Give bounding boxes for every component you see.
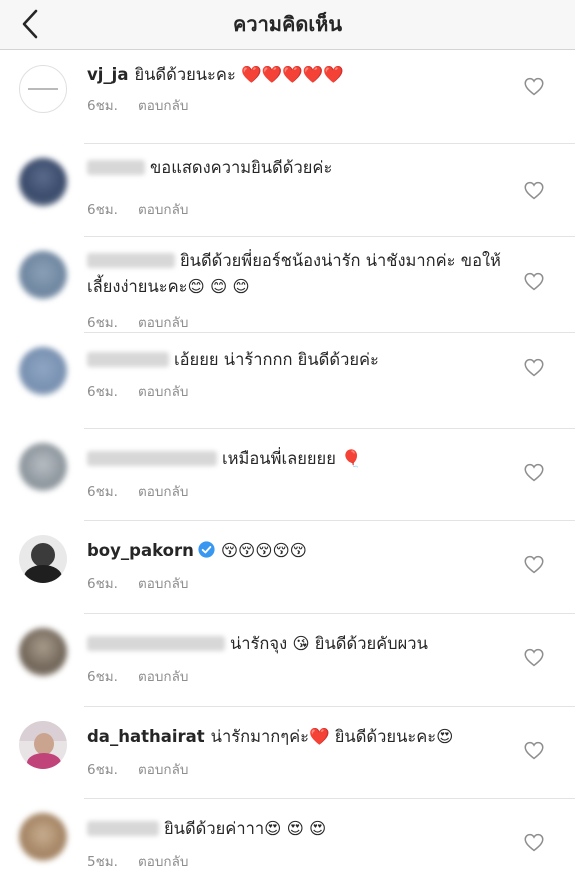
avatar[interactable] (19, 813, 67, 861)
reply-button[interactable]: ตอบกลับ (138, 98, 188, 114)
comment-username[interactable]: da_hathairat (87, 727, 205, 746)
comment-row: ยินดีด้วยค่าาา😍 😍 😍 5ชม. ตอบกลับ (0, 798, 575, 890)
comment-text-line: ยินดีด้วยพี่ยอร์ชน้องน่ารัก น่าชังมากค่ะ… (87, 248, 505, 300)
comment-text-line: da_hathairat น่ารักมากๆค่ะ❤️ ยินดีด้วยนะค… (87, 724, 505, 750)
comment-text-line: vj_ja ยินดีด้วยนะคะ ❤️❤️❤️❤️❤️ (87, 62, 505, 88)
avatar[interactable] (19, 65, 67, 113)
comment-username[interactable] (87, 253, 175, 268)
comment-text-line: น่ารักจุง 😘 ยินดีด้วยคับผวน (87, 631, 505, 657)
heart-icon[interactable] (524, 463, 544, 482)
avatar[interactable] (19, 721, 67, 769)
comment-row: ยินดีด้วยพี่ยอร์ชน้องน่ารัก น่าชังมากค่ะ… (0, 236, 575, 332)
avatar[interactable] (19, 347, 67, 395)
comment-list: vj_ja ยินดีด้วยนะคะ ❤️❤️❤️❤️❤️ 6ชม. ตอบกลั… (0, 50, 575, 890)
heart-icon[interactable] (524, 181, 544, 200)
avatar[interactable] (19, 535, 67, 583)
reply-button[interactable]: ตอบกลับ (138, 762, 188, 778)
avatar[interactable] (19, 251, 67, 299)
comment-username[interactable] (87, 451, 217, 466)
comment-meta: 6ชม. ตอบกลับ (87, 572, 188, 594)
comment-text: ยินดีด้วยนะคะ ❤️❤️❤️❤️❤️ (134, 65, 344, 84)
comment-time: 6ชม. (87, 202, 118, 218)
comment-text-line: เอ้ยยย น่าร้ากกก ยินดีด้วยค่ะ (87, 347, 505, 373)
verified-badge-icon (198, 541, 215, 558)
comment-text-line: เหมือนพี่เลยยยย 🎈 (87, 446, 505, 472)
reply-button[interactable]: ตอบกลับ (138, 484, 188, 500)
heart-icon[interactable] (524, 555, 544, 574)
comment-text: ยินดีด้วยค่าาา😍 😍 😍 (164, 819, 327, 838)
comment-time: 6ชม. (87, 669, 118, 685)
comment-row: boy_pakorn 😚😚😚😚😚 6ชม. ตอบกลับ (0, 520, 575, 613)
comment-meta: 6ชม. ตอบกลับ (87, 480, 188, 502)
heart-icon[interactable] (524, 77, 544, 96)
comment-meta: 6ชม. ตอบกลับ (87, 311, 188, 333)
comment-text-line: ขอแสดงความยินดีด้วยค่ะ (87, 155, 505, 181)
comment-text: น่ารักจุง 😘 ยินดีด้วยคับผวน (230, 634, 428, 653)
heart-icon[interactable] (524, 648, 544, 667)
comment-time: 6ชม. (87, 576, 118, 592)
comment-meta: 5ชม. ตอบกลับ (87, 850, 188, 872)
comment-row: da_hathairat น่ารักมากๆค่ะ❤️ ยินดีด้วยนะค… (0, 706, 575, 798)
comment-time: 6ชม. (87, 484, 118, 500)
comment-time: 5ชม. (87, 854, 118, 870)
comment-time: 6ชม. (87, 315, 118, 331)
reply-button[interactable]: ตอบกลับ (138, 315, 188, 331)
comment-row: ขอแสดงความยินดีด้วยค่ะ 6ชม. ตอบกลับ (0, 143, 575, 236)
comment-text: เอ้ยยย น่าร้ากกก ยินดีด้วยค่ะ (174, 350, 379, 369)
comment-text: เหมือนพี่เลยยยย 🎈 (222, 449, 362, 468)
comment-time: 6ชม. (87, 98, 118, 114)
comment-meta: 6ชม. ตอบกลับ (87, 380, 188, 402)
comment-row: เหมือนพี่เลยยยย 🎈 6ชม. ตอบกลับ (0, 428, 575, 520)
reply-button[interactable]: ตอบกลับ (138, 384, 188, 400)
comment-meta: 6ชม. ตอบกลับ (87, 198, 188, 220)
comment-meta: 6ชม. ตอบกลับ (87, 94, 188, 116)
heart-icon[interactable] (524, 833, 544, 852)
reply-button[interactable]: ตอบกลับ (138, 576, 188, 592)
heart-icon[interactable] (524, 358, 544, 377)
comment-text: ขอแสดงความยินดีด้วยค่ะ (150, 158, 333, 177)
heart-icon[interactable] (524, 272, 544, 291)
comment-row: เอ้ยยย น่าร้ากกก ยินดีด้วยค่ะ 6ชม. ตอบกลั… (0, 332, 575, 428)
comment-text-line: boy_pakorn 😚😚😚😚😚 (87, 538, 505, 564)
comment-meta: 6ชม. ตอบกลับ (87, 665, 188, 687)
avatar[interactable] (19, 158, 67, 206)
comment-username[interactable] (87, 821, 159, 836)
comment-time: 6ชม. (87, 762, 118, 778)
reply-button[interactable]: ตอบกลับ (138, 854, 188, 870)
page-title: ความคิดเห็น (232, 12, 343, 36)
comment-username[interactable] (87, 160, 145, 175)
avatar[interactable] (19, 628, 67, 676)
comment-username[interactable] (87, 352, 169, 367)
comment-time: 6ชม. (87, 384, 118, 400)
comment-username[interactable]: vj_ja (87, 65, 128, 84)
top-bar: ความคิดเห็น (0, 0, 575, 50)
comment-text: 😚😚😚😚😚 (220, 541, 307, 560)
comment-meta: 6ชม. ตอบกลับ (87, 758, 188, 780)
comment-username[interactable]: boy_pakorn (87, 541, 194, 560)
avatar[interactable] (19, 443, 67, 491)
comment-row: vj_ja ยินดีด้วยนะคะ ❤️❤️❤️❤️❤️ 6ชม. ตอบกลั… (0, 50, 575, 143)
comment-text-line: ยินดีด้วยค่าาา😍 😍 😍 (87, 816, 505, 842)
comment-text: น่ารักมากๆค่ะ❤️ ยินดีด้วยนะคะ😍 (210, 727, 454, 746)
comment-row: น่ารักจุง 😘 ยินดีด้วยคับผวน 6ชม. ตอบกลับ (0, 613, 575, 706)
reply-button[interactable]: ตอบกลับ (138, 202, 188, 218)
comment-username[interactable] (87, 636, 225, 651)
reply-button[interactable]: ตอบกลับ (138, 669, 188, 685)
heart-icon[interactable] (524, 741, 544, 760)
